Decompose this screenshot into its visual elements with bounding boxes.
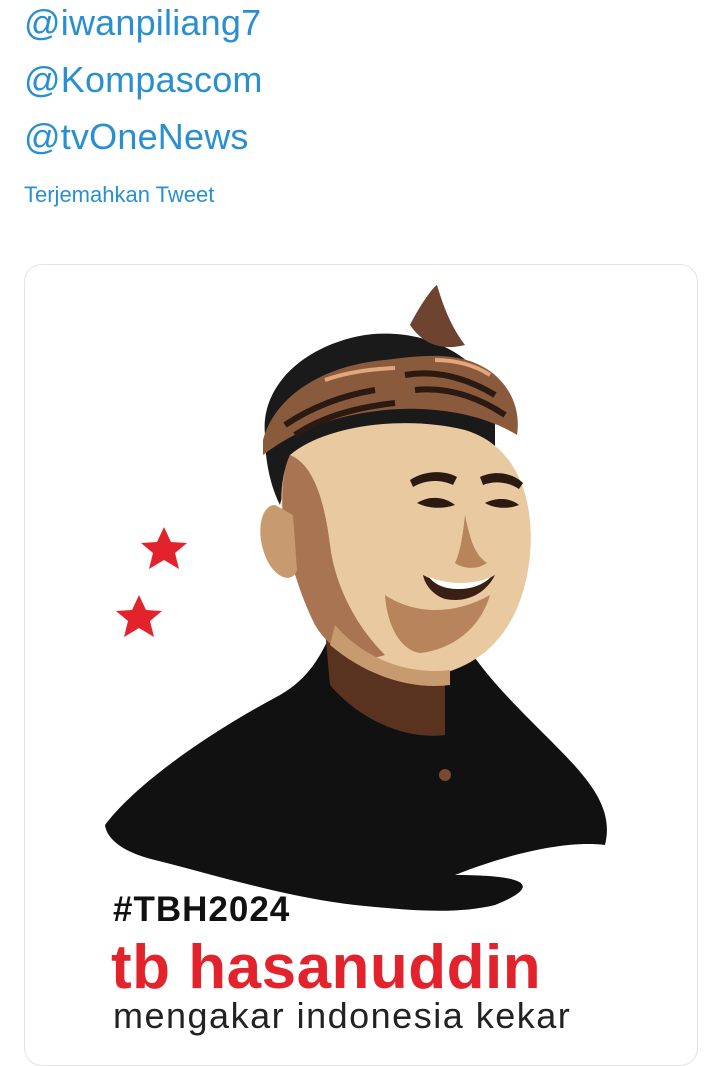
star-icon (141, 527, 187, 569)
mention-link-kompascom[interactable]: @Kompascom (24, 51, 263, 108)
mention-link-tvonenews[interactable]: @tvOneNews (24, 108, 263, 165)
translate-tweet-link[interactable]: Terjemahkan Tweet (24, 180, 214, 210)
star-icon (116, 595, 162, 637)
jacket-button (439, 769, 451, 781)
mention-link-iwanpiliang7[interactable]: @iwanpiliang7 (24, 0, 263, 51)
tweet-media-image[interactable]: #TBH2024 tb hasanuddin mengakar indonesi… (24, 264, 698, 1066)
poster-name: tb hasanuddin (111, 933, 542, 1002)
poster-tagline: mengakar indonesia kekar (113, 995, 572, 1036)
tweet-mentions: @iwanpiliang7 @Kompascom @tvOneNews (24, 0, 263, 165)
poster-hashtag: #TBH2024 (113, 890, 291, 929)
ear-shape (260, 505, 297, 578)
